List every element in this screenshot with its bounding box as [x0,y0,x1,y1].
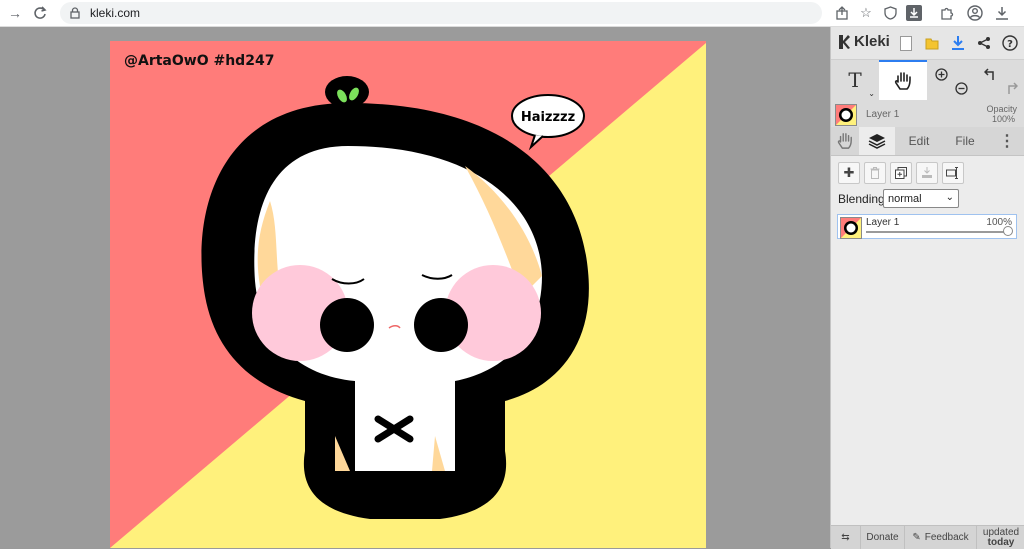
opacity-value: 100% [991,114,1015,124]
blending-label: Blending [838,192,885,206]
save-download-icon[interactable] [947,32,969,54]
url-text: kleki.com [90,6,141,20]
speech-text: Haizzzz [521,110,575,125]
opacity-label: Opacity [986,104,1017,114]
tools-panel: Kleki ? T ⌄ Layer 1 Opacity 100% Edit Fi… [830,27,1024,549]
rename-layer-button[interactable] [942,162,964,184]
svg-text:?: ? [1007,39,1013,50]
puzzle-icon[interactable] [937,3,957,23]
eye-left [320,298,374,352]
artist-watermark: @ArtaOwO #hd247 [124,53,274,69]
hand-icon [837,133,852,149]
tool-row: T ⌄ [831,60,1024,100]
merge-down-icon [922,167,932,178]
chevron-down-icon: ⌄ [945,192,954,203]
more-options-icon[interactable]: ⋮ [997,127,1017,155]
blending-value: normal [888,192,922,205]
tab-hand[interactable] [831,127,859,155]
add-layer-button[interactable]: ✚ [838,162,860,184]
layers-panel: ✚ Blending normal ⌄ Layer 1 100% [831,156,1024,548]
star-icon[interactable]: ☆ [856,3,876,23]
drawing-canvas[interactable]: Haizzzz @ArtaOwO #hd247 [110,41,706,548]
address-bar[interactable]: kleki.com [60,2,822,24]
canvas-workspace[interactable]: Haizzzz @ArtaOwO #hd247 [0,27,830,548]
duplicate-icon [895,167,907,179]
download-icon[interactable] [992,3,1012,23]
text-tool-icon: T [848,68,862,92]
swap-sides-icon[interactable]: ⇆ [831,526,861,549]
rename-icon [946,167,958,179]
share-icon[interactable] [973,32,995,54]
layer-opacity-slider[interactable] [866,231,1010,233]
feedback-label: Feedback [924,532,969,543]
help-icon[interactable]: ? [999,32,1021,54]
hand-icon [894,72,911,90]
undo-icon[interactable] [981,54,1001,94]
delete-layer-button[interactable] [864,162,886,184]
open-folder-icon[interactable] [921,32,943,54]
panel-tabs: Edit File ⋮ [831,127,1024,156]
lock-icon [70,7,80,19]
updated-line2: today [987,536,1015,548]
panel-footer: ⇆ Donate ✎ Feedback updated today [831,525,1024,549]
back-arrow-icon[interactable]: → [5,3,25,23]
layer-name: Layer 1 [866,217,900,228]
trash-icon [870,167,880,179]
browser-toolbar: → kleki.com ☆ [0,0,1024,27]
layer-item[interactable]: Layer 1 100% [837,214,1017,239]
download-arrow-icon[interactable] [906,5,922,21]
profile-icon[interactable] [965,3,985,23]
app-name: Kleki [854,33,890,50]
zoom-in-icon[interactable] [931,54,951,94]
feedback-icon: ✎ [912,532,921,543]
current-layer-name: Layer 1 [866,109,900,120]
updated-notice[interactable]: updated today [977,526,1024,549]
kleki-logo-icon [839,34,850,49]
duplicate-layer-button[interactable] [890,162,912,184]
blending-select[interactable]: normal ⌄ [883,189,959,208]
kleki-logo[interactable]: Kleki [837,33,890,50]
current-layer-thumbnail[interactable] [835,104,857,126]
layer-opacity-slider-handle[interactable] [1003,226,1013,236]
share-icon[interactable] [832,3,852,23]
text-tool-button[interactable]: T ⌄ [831,60,879,100]
feedback-link[interactable]: ✎ Feedback [905,526,977,549]
reload-icon[interactable] [30,3,50,23]
layers-icon [868,134,886,149]
hand-tool-button[interactable] [879,60,927,100]
chevron-down-icon[interactable]: ⌄ [868,89,875,98]
donate-link[interactable]: Donate [861,526,905,549]
current-layer-info: Layer 1 Opacity 100% [831,101,1024,127]
tab-edit[interactable]: Edit [897,127,941,155]
merge-layer-button[interactable] [916,162,938,184]
eye-right [414,298,468,352]
new-file-icon[interactable] [895,32,917,54]
tab-layers[interactable] [859,127,895,155]
updated-line1: updated [982,526,1020,538]
layer-thumbnail [840,217,862,239]
shield-icon[interactable] [880,3,900,23]
tab-file[interactable]: File [943,127,987,155]
